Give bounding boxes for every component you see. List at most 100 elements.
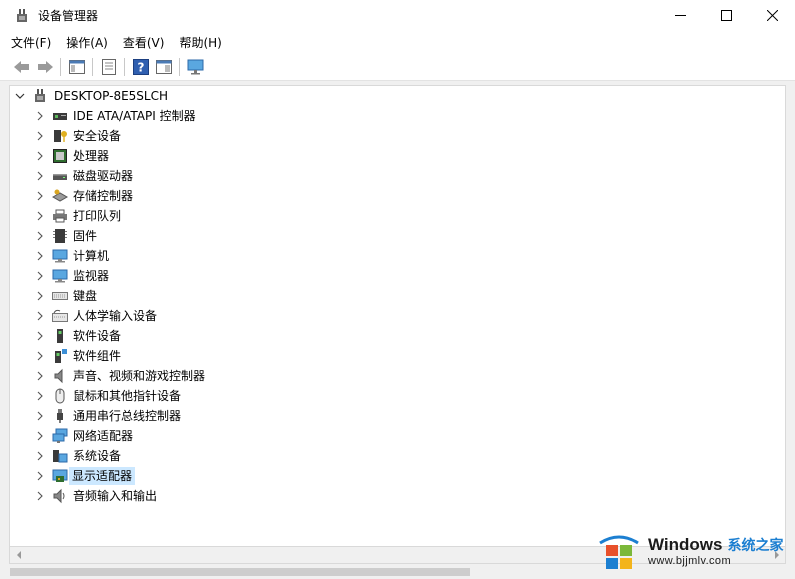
toolbar-separator xyxy=(60,57,61,76)
device-tree: DESKTOP-8E5SLCH IDE ATA/ATAPI 控制器 安全设备 处… xyxy=(9,85,786,547)
tree-item-label: 音频输入和输出 xyxy=(73,489,158,503)
toolbar: ? xyxy=(0,53,795,81)
tree-item-label: 人体学输入设备 xyxy=(73,309,158,323)
window-title: 设备管理器 xyxy=(38,9,99,23)
chevron-right-icon[interactable] xyxy=(35,451,45,461)
chevron-right-icon[interactable] xyxy=(35,471,45,481)
tree-root[interactable]: DESKTOP-8E5SLCH xyxy=(10,86,785,106)
chevron-right-icon[interactable] xyxy=(35,331,45,341)
tree-item[interactable]: 磁盘驱动器 xyxy=(10,166,785,186)
tree-item[interactable]: IDE ATA/ATAPI 控制器 xyxy=(10,106,785,126)
tree-item-label: 固件 xyxy=(73,229,98,243)
windows-logo-icon xyxy=(599,535,639,569)
forward-button[interactable] xyxy=(33,56,56,78)
tree-item[interactable]: 人体学输入设备 xyxy=(10,306,785,326)
tree-item[interactable]: 打印队列 xyxy=(10,206,785,226)
tree-item-label: 系统设备 xyxy=(73,449,122,463)
tree-item[interactable]: 监视器 xyxy=(10,266,785,286)
tree-item[interactable]: 键盘 xyxy=(10,286,785,306)
device-manager-icon xyxy=(17,8,27,22)
chevron-right-icon[interactable] xyxy=(35,391,45,401)
computer-icon xyxy=(35,89,45,102)
mouse-icon xyxy=(55,388,65,404)
help-icon: ? xyxy=(132,58,149,75)
menu-file[interactable]: 文件(F) xyxy=(11,34,51,51)
maximize-icon xyxy=(720,10,732,21)
maximize-button[interactable] xyxy=(703,0,749,31)
chevron-right-icon[interactable] xyxy=(35,191,45,201)
chevron-right-icon[interactable] xyxy=(35,491,45,501)
tree-item[interactable]: 处理器 xyxy=(10,146,785,166)
minimize-button[interactable] xyxy=(657,0,703,31)
tree-item-label: 打印队列 xyxy=(73,209,122,223)
tree-item-label: 通用串行总线控制器 xyxy=(73,409,182,423)
menu-help[interactable]: 帮助(H) xyxy=(179,34,221,51)
storage-controller-icon xyxy=(52,189,68,202)
tree-item[interactable]: 安全设备 xyxy=(10,126,785,146)
show-hide-console-tree-button[interactable] xyxy=(65,56,88,78)
chevron-right-icon[interactable] xyxy=(35,171,45,181)
tree-item-label: 软件设备 xyxy=(73,329,122,343)
tree-item-label: IDE ATA/ATAPI 控制器 xyxy=(73,109,196,123)
disk-drive-icon xyxy=(53,174,67,180)
computer-monitor-icon xyxy=(187,59,203,74)
security-device-icon xyxy=(54,130,67,142)
display-adapter-icon xyxy=(52,469,68,482)
back-arrow-icon xyxy=(13,60,29,73)
chevron-right-icon[interactable] xyxy=(35,431,45,441)
tree-item[interactable]: 声音、视频和游戏控制器 xyxy=(10,366,785,386)
tree-item[interactable]: 系统设备 xyxy=(10,446,785,466)
menu-view[interactable]: 查看(V) xyxy=(123,34,165,51)
scroll-left-button[interactable] xyxy=(10,547,27,563)
tree-item[interactable]: 存储控制器 xyxy=(10,186,785,206)
chevron-right-icon[interactable] xyxy=(35,251,45,261)
action-pane-icon xyxy=(155,59,172,74)
show-hide-console-tree-icon xyxy=(68,59,85,74)
tree-item[interactable]: 软件组件 xyxy=(10,346,785,366)
chevron-left-icon xyxy=(16,551,21,559)
chevron-right-icon[interactable] xyxy=(35,271,45,281)
tree-item[interactable]: 鼠标和其他指针设备 xyxy=(10,386,785,406)
menu-action[interactable]: 操作(A) xyxy=(66,34,108,51)
usb-icon xyxy=(57,409,63,423)
tree-item[interactable]: 音频输入和输出 xyxy=(10,486,785,506)
scan-hardware-button[interactable] xyxy=(184,56,207,78)
chevron-right-icon[interactable] xyxy=(35,371,45,381)
tree-item[interactable]: 通用串行总线控制器 xyxy=(10,406,785,426)
tree-item[interactable]: 软件设备 xyxy=(10,326,785,346)
tree-item-label: 监视器 xyxy=(73,269,110,283)
action-pane-button[interactable] xyxy=(152,56,175,78)
tree-root-label: DESKTOP-8E5SLCH xyxy=(54,89,169,103)
tree-item[interactable]: 固件 xyxy=(10,226,785,246)
tree-item-label: 存储控制器 xyxy=(73,189,134,203)
help-button[interactable]: ? xyxy=(129,56,152,78)
chevron-right-icon[interactable] xyxy=(35,311,45,321)
firmware-icon xyxy=(53,229,67,243)
chevron-right-icon[interactable] xyxy=(35,111,45,121)
forward-arrow-icon xyxy=(37,60,53,73)
tree-item-label: 声音、视频和游戏控制器 xyxy=(73,369,206,383)
processor-icon xyxy=(53,149,67,163)
watermark: Windows 系统之家 www.bjjmlv.com xyxy=(596,524,791,577)
tree-item[interactable]: 网络适配器 xyxy=(10,426,785,446)
properties-button[interactable] xyxy=(97,56,120,78)
tree-item-selected[interactable]: 显示适配器 xyxy=(10,466,785,486)
chevron-right-icon[interactable] xyxy=(35,351,45,361)
chevron-right-icon[interactable] xyxy=(35,131,45,141)
tree-item[interactable]: 计算机 xyxy=(10,246,785,266)
watermark-brand: Windows xyxy=(648,534,723,554)
tree-item-label: 网络适配器 xyxy=(73,429,134,443)
toolbar-separator xyxy=(92,57,93,76)
minimize-icon xyxy=(674,15,686,16)
toolbar-separator xyxy=(179,57,180,76)
close-button[interactable] xyxy=(749,0,795,31)
chevron-right-icon[interactable] xyxy=(35,411,45,421)
chevron-right-icon[interactable] xyxy=(35,291,45,301)
chevron-down-icon[interactable] xyxy=(15,91,25,101)
chevron-right-icon[interactable] xyxy=(35,151,45,161)
close-icon xyxy=(766,10,778,21)
back-button[interactable] xyxy=(10,56,33,78)
monitor-icon xyxy=(52,269,68,283)
chevron-right-icon[interactable] xyxy=(35,211,45,221)
chevron-right-icon[interactable] xyxy=(35,231,45,241)
